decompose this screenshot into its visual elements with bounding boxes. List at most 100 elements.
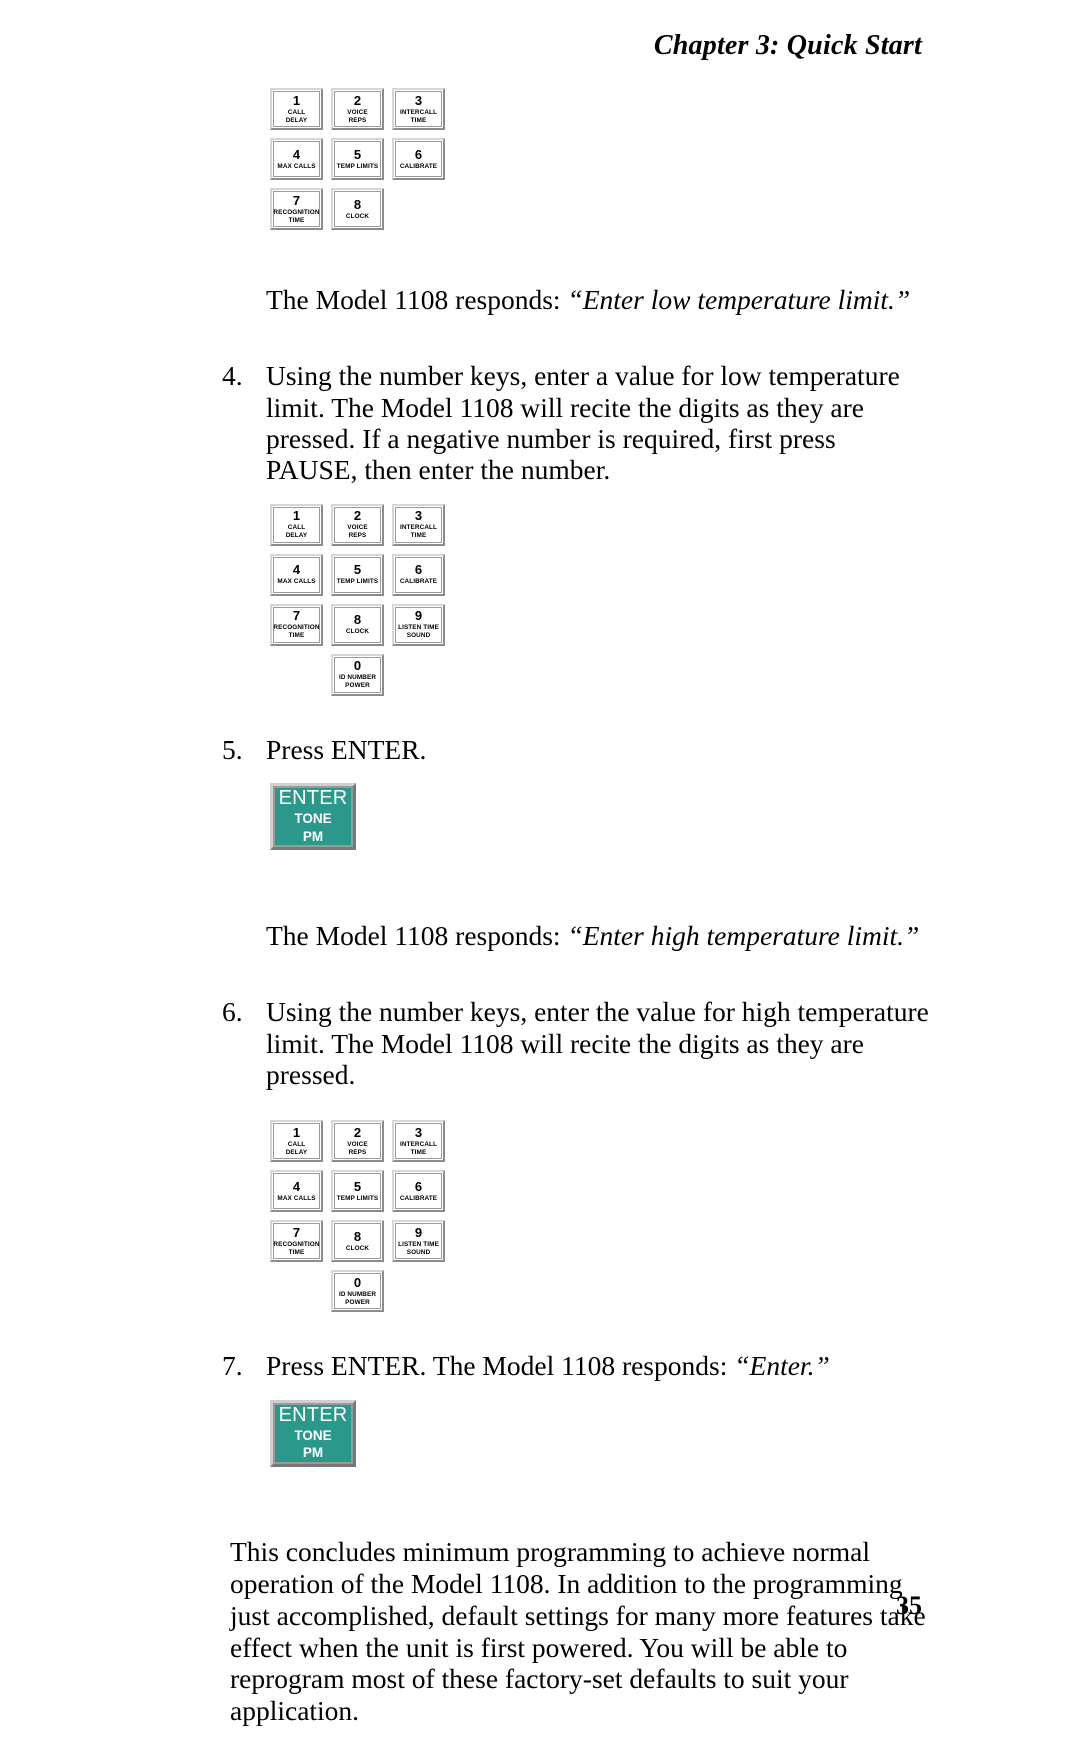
- key-1[interactable]: 1 CALL DELAY: [270, 503, 323, 546]
- key-digit: 5: [353, 562, 362, 578]
- key-digit: 1: [292, 508, 301, 524]
- key-label: CLOCK: [345, 628, 370, 636]
- key-digit: 4: [292, 562, 301, 578]
- keypad-row: 7 RECOGNITION TIME 8 CLOCK 9 LISTEN TIME…: [270, 1220, 445, 1263]
- step-text: Press ENTER. The Model 1108 responds:: [266, 1350, 735, 1382]
- key-3[interactable]: 3 INTERCALL TIME: [392, 88, 445, 130]
- response-lead: The Model 1108 responds:: [266, 919, 568, 951]
- key-5[interactable]: 5 TEMP LIMITS: [331, 1170, 384, 1213]
- key-digit: 3: [414, 1125, 423, 1141]
- key-label: MAX CALLS: [277, 578, 316, 586]
- key-digit: 7: [292, 608, 301, 624]
- step-number: 5.: [222, 733, 243, 765]
- response-quote: “Enter low temperature limit.”: [567, 283, 911, 315]
- key-digit: 5: [353, 146, 362, 162]
- key-1[interactable]: 1 CALL DELAY: [270, 88, 323, 130]
- key-digit: 8: [353, 1228, 362, 1244]
- response-line-low: The Model 1108 responds: “Enter low temp…: [266, 284, 960, 315]
- key-2[interactable]: 2 VOICE REPS: [331, 503, 384, 546]
- key-label: CLOCK: [345, 212, 370, 220]
- enter-key[interactable]: ENTER TONE PM: [270, 1399, 356, 1467]
- key-digit: 6: [414, 146, 423, 162]
- key-3[interactable]: 3 INTERCALL TIME: [392, 503, 445, 546]
- step-4: 4. Using the number keys, enter a value f…: [0, 360, 1080, 485]
- key-label: MAX CALLS: [277, 162, 316, 170]
- key-8[interactable]: 8 CLOCK: [331, 603, 384, 646]
- enter-tone-label: TONE: [294, 811, 332, 827]
- key-0[interactable]: 0 ID NUMBER POWER: [331, 653, 384, 696]
- key-digit: 6: [414, 1178, 423, 1194]
- key-7[interactable]: 7 RECOGNITION TIME: [270, 603, 323, 646]
- keypad-row: 0 ID NUMBER POWER: [270, 653, 445, 696]
- step-quote: “Enter.”: [734, 1350, 830, 1382]
- key-digit: 3: [414, 508, 423, 524]
- key-label: RECOGNITION TIME: [273, 1241, 320, 1256]
- key-0[interactable]: 0 ID NUMBER POWER: [331, 1270, 384, 1313]
- key-digit: 8: [353, 612, 362, 628]
- step-text: Using the number keys, enter the value f…: [266, 996, 929, 1091]
- enter-key[interactable]: ENTER TONE PM: [270, 783, 356, 851]
- key-digit: 3: [414, 92, 423, 108]
- key-6[interactable]: 6 CALIBRATE: [392, 553, 445, 596]
- key-3[interactable]: 3 INTERCALL TIME: [392, 1120, 445, 1163]
- page-content: 1 CALL DELAY 2 VOICE REPS 3 INTERCALL TI…: [0, 88, 1080, 1754]
- key-label: LISTEN TIME SOUND: [398, 624, 439, 640]
- keypad-row: 7 RECOGNITION TIME 8 CLOCK: [270, 188, 445, 230]
- key-label: RECOGNITION TIME: [273, 208, 320, 224]
- step-number: 4.: [222, 360, 243, 392]
- key-digit: 8: [353, 196, 362, 212]
- key-digit: 6: [414, 562, 423, 578]
- key-digit: 5: [353, 1178, 362, 1194]
- key-2[interactable]: 2 VOICE REPS: [331, 88, 384, 130]
- enter-pm-label: PM: [302, 828, 324, 844]
- key-label: MAX CALLS: [277, 1195, 316, 1203]
- keypad-row: 1 CALL DELAY 2 VOICE REPS 3 INTERCALL TI…: [270, 1120, 445, 1163]
- key-label: CALL DELAY: [285, 108, 308, 124]
- key-5[interactable]: 5 TEMP LIMITS: [331, 553, 384, 596]
- key-digit: 4: [292, 146, 301, 162]
- step-text: Press ENTER.: [266, 733, 427, 765]
- key-label: LISTEN TIME SOUND: [398, 1241, 439, 1256]
- step-number: 6.: [222, 996, 243, 1028]
- key-label: CALL DELAY: [285, 524, 308, 540]
- key-2[interactable]: 2 VOICE REPS: [331, 1120, 384, 1163]
- key-7[interactable]: 7 RECOGNITION TIME: [270, 1220, 323, 1263]
- keypad-row: 1 CALL DELAY 2 VOICE REPS 3 INTERCALL TI…: [270, 88, 445, 130]
- key-digit: 0: [353, 1275, 362, 1291]
- document-page: Chapter 3: Quick Start 1 CALL DELAY 2 VO…: [0, 0, 1080, 1726]
- key-label: TEMP LIMITS: [336, 578, 379, 586]
- key-4[interactable]: 4 MAX CALLS: [270, 138, 323, 180]
- keypad-graphic-3: 1 CALL DELAY 2 VOICE REPS 3 INTERCALL TI…: [270, 1120, 445, 1320]
- key-6[interactable]: 6 CALIBRATE: [392, 1170, 445, 1213]
- key-digit: 4: [292, 1178, 301, 1194]
- enter-pm-label: PM: [302, 1445, 324, 1461]
- key-label: VOICE REPS: [347, 1141, 368, 1156]
- key-6[interactable]: 6 CALIBRATE: [392, 138, 445, 180]
- key-7[interactable]: 7 RECOGNITION TIME: [270, 188, 323, 230]
- key-digit: 2: [353, 1125, 362, 1141]
- closing-paragraph: This concludes minimum programming to ac…: [230, 1536, 926, 1727]
- key-9[interactable]: 9 LISTEN TIME SOUND: [392, 603, 445, 646]
- page-number: 35: [896, 1591, 922, 1620]
- key-digit: 9: [414, 608, 423, 624]
- key-label: RECOGNITION TIME: [273, 624, 320, 640]
- key-8[interactable]: 8 CLOCK: [331, 1220, 384, 1263]
- key-label: ID NUMBER POWER: [338, 1291, 377, 1306]
- keypad-graphic-2: 1 CALL DELAY 2 VOICE REPS 3 INTERCALL TI…: [270, 503, 445, 704]
- key-digit: 2: [353, 508, 362, 524]
- key-5[interactable]: 5 TEMP LIMITS: [331, 138, 384, 180]
- key-4[interactable]: 4 MAX CALLS: [270, 1170, 323, 1213]
- keypad-row: 4 MAX CALLS 5 TEMP LIMITS 6 CALIBRATE: [270, 138, 445, 180]
- key-label: INTERCALL TIME: [399, 524, 438, 540]
- keypad-row: 4 MAX CALLS 5 TEMP LIMITS 6 CALIBRATE: [270, 1170, 445, 1213]
- key-4[interactable]: 4 MAX CALLS: [270, 553, 323, 596]
- enter-key-graphic-2: ENTER TONE PM: [270, 1399, 1080, 1467]
- key-label: CALIBRATE: [399, 1195, 438, 1203]
- key-9[interactable]: 9 LISTEN TIME SOUND: [392, 1220, 445, 1263]
- key-label: TEMP LIMITS: [336, 162, 379, 170]
- key-1[interactable]: 1 CALL DELAY: [270, 1120, 323, 1163]
- keypad-row: 7 RECOGNITION TIME 8 CLOCK 9 LISTEN TIME…: [270, 603, 445, 646]
- step-number: 7.: [222, 1350, 243, 1382]
- key-digit: 7: [292, 192, 301, 208]
- key-8[interactable]: 8 CLOCK: [331, 188, 384, 230]
